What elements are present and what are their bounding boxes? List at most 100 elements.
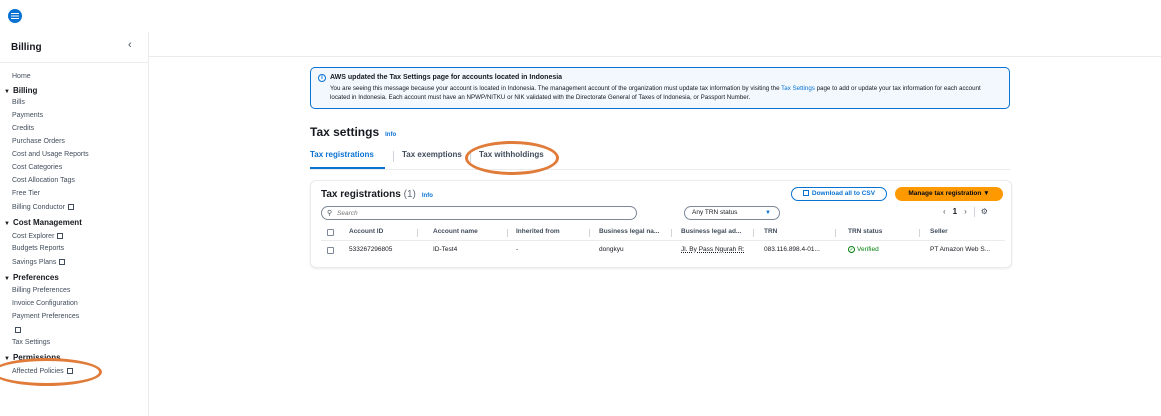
select-all-checkbox[interactable] xyxy=(327,229,334,236)
cell-business-legal-name: dongkyu xyxy=(599,246,624,253)
sidebar-item-cost-categories[interactable]: Cost Categories xyxy=(12,164,62,171)
column-header[interactable]: Account name xyxy=(433,228,478,235)
alert-title: AWS updated the Tax Settings page for ac… xyxy=(330,74,563,81)
cell-inherited-from: - xyxy=(516,246,519,253)
sidebar-item-home[interactable]: Home xyxy=(12,73,31,80)
sidebar-item-invoice-config[interactable]: Invoice Configuration xyxy=(12,300,78,307)
header-divider xyxy=(148,56,1161,57)
table-header-row: Account ID Account name Inherited from B… xyxy=(321,228,1005,241)
column-header[interactable]: Account ID xyxy=(349,228,383,235)
check-circle-icon: ✓ xyxy=(848,246,855,253)
tax-settings-link[interactable]: Tax Settings xyxy=(781,85,815,92)
sidebar-item-label: Tax Settings xyxy=(12,339,51,346)
sidebar-item-label: Cost Explorer xyxy=(12,233,55,240)
cell-trn: 083.116.898.4-01... xyxy=(764,246,820,253)
cell-trn-status: ✓ Verified xyxy=(848,246,879,253)
sidebar-item-tax-settings[interactable]: Tax Settings xyxy=(12,339,50,346)
sidebar-item-label: Budgets Reports xyxy=(12,245,65,252)
sidebar-item-cost-explorer[interactable]: Cost Explorer xyxy=(12,232,64,240)
row-checkbox[interactable] xyxy=(327,247,334,254)
sidebar-item-label: Savings Plans xyxy=(12,259,57,266)
next-page-icon[interactable]: › xyxy=(964,207,967,216)
collapse-sidebar-icon[interactable]: ‹ xyxy=(128,39,132,51)
manage-tax-registration-button[interactable]: Manage tax registration ▼ xyxy=(895,187,1003,201)
sidebar-item-label: Cost Management xyxy=(12,218,82,227)
prev-page-icon[interactable]: ‹ xyxy=(943,207,946,216)
table-title-text: Tax registrations xyxy=(321,189,401,200)
sidebar-item-billing-conductor[interactable]: Billing Conductor xyxy=(12,203,74,211)
trn-status-filter[interactable]: Any TRN status ▼ xyxy=(684,206,780,220)
sidebar-item-label: Invoice Configuration xyxy=(12,300,78,307)
table-row[interactable]: 533267296805 ID-Test4 - dongkyu Jl. By P… xyxy=(321,245,1005,257)
column-divider[interactable] xyxy=(417,229,418,237)
search-icon: ⚲ xyxy=(327,210,333,217)
external-link-icon xyxy=(59,259,66,265)
sidebar-item-hidden-item[interactable] xyxy=(12,326,21,334)
sidebar-item-label: Billing xyxy=(12,86,38,95)
sidebar-item-label: Cost Allocation Tags xyxy=(12,177,75,184)
sidebar-section-billing[interactable]: ▼ Billing xyxy=(4,86,37,95)
sidebar-item-payments[interactable]: Payments xyxy=(12,112,43,119)
column-header[interactable]: TRN xyxy=(764,228,777,235)
sidebar-item-label: Cost Categories xyxy=(12,164,63,171)
info-alert: i AWS updated the Tax Settings page for … xyxy=(310,67,1010,109)
sidebar-item-budgets-reports[interactable]: Budgets Reports xyxy=(12,245,64,252)
sidebar-section-preferences[interactable]: ▼ Preferences xyxy=(4,273,59,282)
table-info-link[interactable]: Info xyxy=(422,193,433,199)
sidebar-item-savings-plans[interactable]: Savings Plans xyxy=(12,258,66,266)
highlight-oval-tax-withholdings xyxy=(465,141,559,175)
external-link-icon xyxy=(15,327,21,333)
cell-seller: PT Amazon Web S... xyxy=(930,246,991,253)
tab-tax-registrations[interactable]: Tax registrations xyxy=(310,150,374,159)
sidebar-item-free-tier[interactable]: Free Tier xyxy=(12,190,40,197)
column-divider[interactable] xyxy=(589,229,590,237)
sidebar-item-label: Preferences xyxy=(12,273,59,282)
sidebar-title: Billing xyxy=(11,42,42,53)
column-header[interactable]: Business legal ad... xyxy=(681,228,741,235)
table-title: Tax registrations (1) Info xyxy=(321,189,433,200)
menu-icon[interactable] xyxy=(8,9,22,23)
page-info-link[interactable]: Info xyxy=(385,132,396,138)
settings-gear-icon[interactable]: ⚙ xyxy=(981,207,988,216)
sidebar-item-payment-preferences[interactable]: Payment Preferences xyxy=(12,313,79,320)
page-title-text: Tax settings xyxy=(310,125,380,139)
download-icon xyxy=(802,190,809,196)
column-divider[interactable] xyxy=(507,229,508,237)
sidebar-item-billing-preferences[interactable]: Billing Preferences xyxy=(12,287,70,294)
external-link-icon xyxy=(67,204,74,210)
column-divider[interactable] xyxy=(919,229,920,237)
column-header[interactable]: TRN status xyxy=(848,228,882,235)
column-divider[interactable] xyxy=(671,229,672,237)
sidebar-item-credits[interactable]: Credits xyxy=(12,125,34,132)
sidebar-item-cost-usage[interactable]: Cost and Usage Reports xyxy=(12,151,89,158)
sidebar-item-bills[interactable]: Bills xyxy=(12,99,25,106)
column-header[interactable]: Business legal na... xyxy=(599,228,659,235)
alert-text-1: You are seeing this message because your… xyxy=(330,85,782,92)
pager-separator xyxy=(973,207,975,217)
cell-account-name: ID-Test4 xyxy=(433,246,458,253)
caret-down-icon: ▼ xyxy=(4,89,10,95)
tab-tax-exemptions[interactable]: Tax exemptions xyxy=(402,150,462,159)
sidebar-section-cost-management[interactable]: ▼ Cost Management xyxy=(4,218,82,227)
current-page[interactable]: 1 xyxy=(953,207,957,216)
info-circle-icon: i xyxy=(318,74,326,82)
alert-body: You are seeing this message because your… xyxy=(330,84,1000,102)
column-header[interactable]: Inherited from xyxy=(516,228,560,235)
top-bar xyxy=(0,0,1161,32)
search-input[interactable] xyxy=(337,208,627,218)
cell-business-legal-address[interactable]: Jl. By Pass Ngurah R: xyxy=(681,246,745,253)
column-header[interactable]: Seller xyxy=(930,228,948,235)
external-link-icon xyxy=(57,233,64,239)
sidebar-item-cost-allocation[interactable]: Cost Allocation Tags xyxy=(12,177,75,184)
sidebar-item-label: Free Tier xyxy=(12,190,41,197)
sidebar-item-label: Credits xyxy=(12,125,35,132)
sidebar-item-label: Payment Preferences xyxy=(12,313,80,320)
pagination: ‹ 1 › ⚙ xyxy=(943,207,995,217)
column-divider[interactable] xyxy=(753,229,754,237)
trn-status-filter-value: Any TRN status xyxy=(692,209,738,216)
caret-down-icon: ▼ xyxy=(4,221,10,227)
column-divider[interactable] xyxy=(835,229,836,237)
sidebar-item-purchase-orders[interactable]: Purchase Orders xyxy=(12,138,65,145)
download-csv-button[interactable]: Download all to CSV xyxy=(791,187,887,201)
cell-account-id: 533267296805 xyxy=(349,246,393,253)
